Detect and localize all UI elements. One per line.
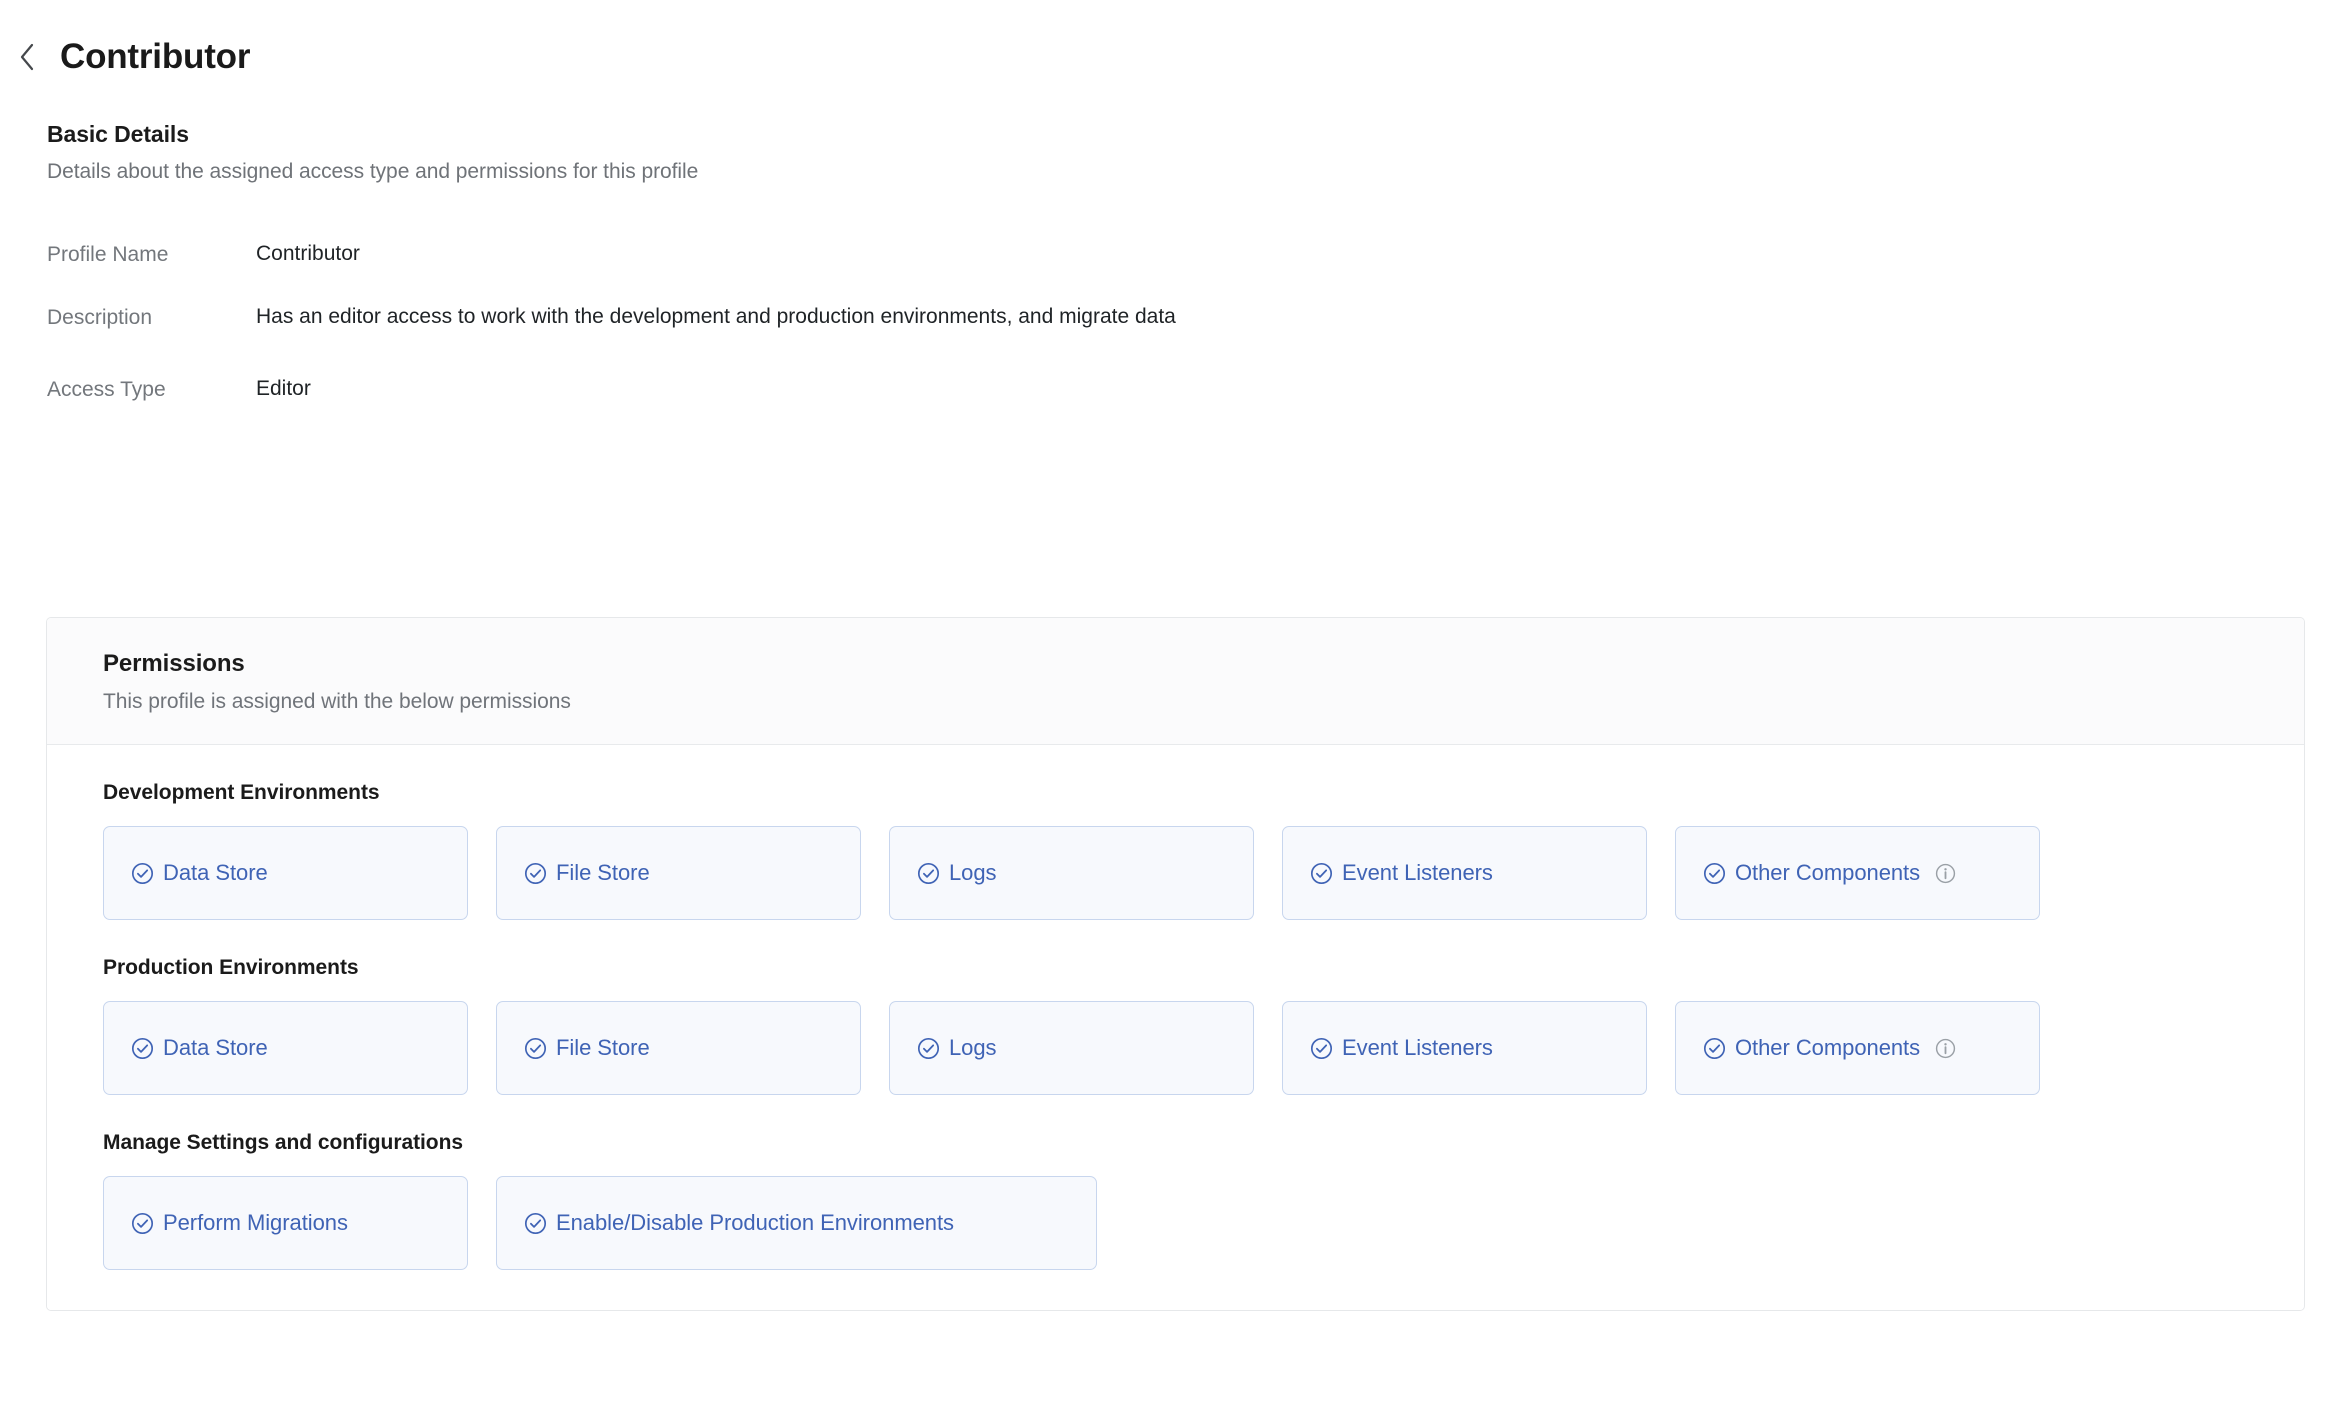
check-circle-icon (917, 1037, 940, 1059)
detail-value: Has an editor access to work with the de… (256, 304, 1176, 328)
detail-row-access-type: Access Type Editor (47, 374, 2346, 405)
permission-chip-label: Logs (949, 1035, 997, 1060)
permission-chip-label: File Store (556, 860, 650, 885)
permission-chip[interactable]: Data Store (103, 1001, 468, 1095)
permission-chip-label: Event Listeners (1342, 1035, 1493, 1060)
permissions-card-body: Development Environments Data Store File S… (47, 745, 2304, 1310)
basic-details-title: Basic Details (47, 120, 189, 147)
permission-group: Development Environments Data Store File S… (47, 745, 2304, 920)
basic-details-section: Basic Details Details about the assigned… (0, 77, 2346, 406)
permission-chip[interactable]: Logs (889, 1001, 1254, 1095)
info-icon[interactable] (1934, 1037, 1957, 1060)
permission-chip-row: Perform Migrations Enable/Disable Product… (103, 1176, 2304, 1270)
detail-value: Editor (256, 377, 311, 401)
permission-chip[interactable]: Other Components (1675, 1001, 2040, 1095)
permission-chip[interactable]: Event Listeners (1282, 826, 1647, 920)
permission-group-title: Manage Settings and configurations (103, 1131, 463, 1154)
basic-details-subtitle: Details about the assigned access type a… (47, 159, 699, 183)
detail-row-profile-name: Profile Name Contributor (47, 239, 2346, 270)
permission-chip-label: File Store (556, 1035, 650, 1060)
permissions-title: Permissions (103, 650, 245, 677)
permission-chip[interactable]: Other Components (1675, 826, 2040, 920)
permission-group: Manage Settings and configurations Perfor… (47, 1095, 2304, 1270)
check-circle-icon (524, 1037, 547, 1059)
detail-label: Profile Name (47, 242, 169, 266)
check-circle-icon (524, 1212, 547, 1234)
permission-chip[interactable]: Data Store (103, 826, 468, 920)
permission-chip-label: Data Store (163, 860, 268, 885)
detail-label: Description (47, 305, 153, 329)
permission-group: Production Environments Data Store File St… (47, 920, 2304, 1095)
profile-detail-page: Contributor Basic Details Details about … (0, 0, 2346, 1416)
permission-group-title: Production Environments (103, 956, 359, 979)
permission-chip-label: Data Store (163, 1035, 268, 1060)
detail-label: Access Type (47, 378, 166, 402)
permissions-card: Permissions This profile is assigned wit… (46, 617, 2305, 1311)
permission-chip-label: Enable/Disable Production Environments (556, 1210, 954, 1235)
permission-chip[interactable]: File Store (496, 1001, 861, 1095)
check-circle-icon (524, 862, 547, 884)
permission-chip-row: Data Store File Store Logs Event Listeners O… (103, 826, 2304, 920)
permission-chip-row: Data Store File Store Logs Event Listeners O… (103, 1001, 2304, 1095)
permission-chip[interactable]: Enable/Disable Production Environments (496, 1176, 1097, 1270)
permission-chip[interactable]: File Store (496, 826, 861, 920)
check-circle-icon (131, 862, 154, 884)
permission-chip-label: Logs (949, 860, 997, 885)
permission-chip-label: Other Components (1735, 1035, 1921, 1060)
permission-chip-label: Event Listeners (1342, 860, 1493, 885)
detail-rows: Profile Name Contributor Description Has… (47, 239, 2346, 406)
check-circle-icon (131, 1212, 154, 1234)
detail-value: Contributor (256, 241, 360, 265)
permission-chip-label: Other Components (1735, 860, 1921, 885)
permission-chip[interactable]: Event Listeners (1282, 1001, 1647, 1095)
chevron-left-icon[interactable] (10, 40, 44, 74)
permissions-card-header: Permissions This profile is assigned wit… (47, 618, 2304, 745)
permissions-subtitle: This profile is assigned with the below … (103, 690, 571, 713)
check-circle-icon (131, 1037, 154, 1059)
page-title: Contributor (60, 37, 251, 76)
check-circle-icon (1310, 1037, 1333, 1059)
permission-chip[interactable]: Logs (889, 826, 1254, 920)
check-circle-icon (917, 862, 940, 884)
detail-row-description: Description Has an editor access to work… (47, 302, 2346, 333)
check-circle-icon (1703, 862, 1726, 884)
page-header: Contributor (0, 0, 2346, 77)
check-circle-icon (1310, 862, 1333, 884)
permission-chip-label: Perform Migrations (163, 1210, 348, 1235)
permission-chip[interactable]: Perform Migrations (103, 1176, 468, 1270)
info-icon[interactable] (1934, 862, 1957, 885)
check-circle-icon (1703, 1037, 1726, 1059)
permission-group-title: Development Environments (103, 781, 380, 804)
